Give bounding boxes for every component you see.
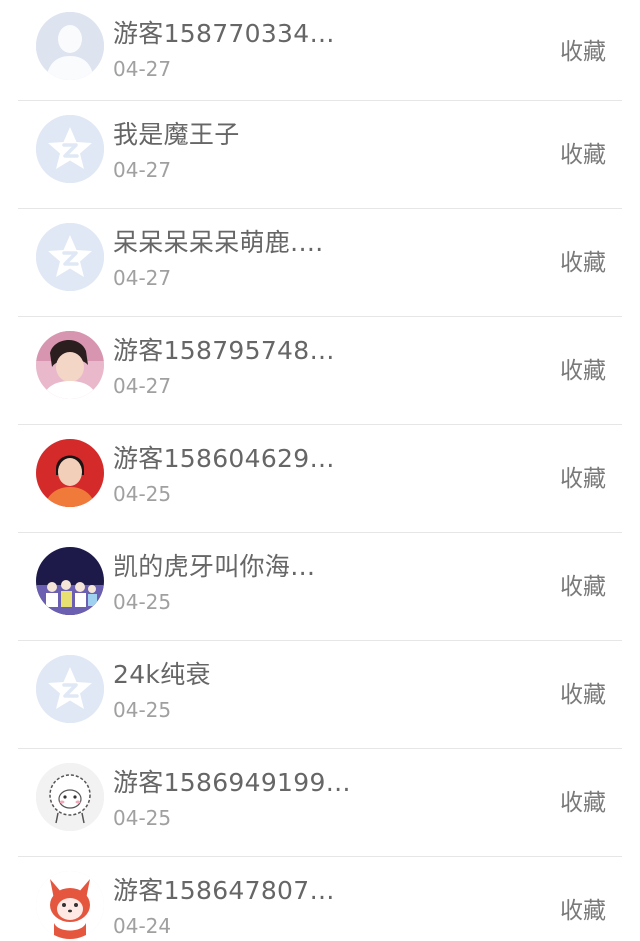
user-name: 凯的虎牙叫你海… [113,552,316,581]
user-name: 游客158795748… [113,336,335,365]
post-date: 04-25 [113,698,172,722]
qzone-star-avatar[interactable] [36,115,104,183]
list-item[interactable]: 游客158770334… 04-27 收藏 [0,0,640,101]
user-name: 游客158647807… [113,876,335,905]
star-icon [36,655,104,723]
favorite-button[interactable]: 收藏 [560,243,606,277]
list-item[interactable]: 游客1586949199… 04-25 收藏 [0,749,640,857]
list-item[interactable]: 我是魔王子 04-27 收藏 [0,101,640,209]
favorite-button[interactable]: 收藏 [560,351,606,385]
photo-avatar-group[interactable] [36,547,104,615]
user-photo-icon [36,331,104,399]
post-date: 04-27 [113,374,172,398]
photo-avatar-red[interactable] [36,439,104,507]
qzone-star-avatar[interactable] [36,655,104,723]
list-item[interactable]: 游客158647807… 04-24 收藏 [0,857,640,941]
favorite-button[interactable]: 收藏 [560,891,606,925]
person-silhouette-icon [36,12,104,80]
favorite-button[interactable]: 收藏 [560,135,606,169]
sheep-icon [36,763,104,831]
post-date: 04-24 [113,914,172,938]
user-name: 游客158604629… [113,444,335,473]
star-icon [36,223,104,291]
user-name: 游客1586949199… [113,768,351,797]
post-date: 04-25 [113,482,172,506]
favorite-button[interactable]: 收藏 [560,567,606,601]
user-photo-icon [36,439,104,507]
post-date: 04-27 [113,266,172,290]
favorite-button[interactable]: 收藏 [560,459,606,493]
post-date: 04-25 [113,806,172,830]
post-date: 04-27 [113,57,172,81]
favorite-button[interactable]: 收藏 [560,32,606,66]
post-date: 04-27 [113,158,172,182]
user-name: 我是魔王子 [113,120,240,149]
favorite-button[interactable]: 收藏 [560,783,606,817]
sheep-cartoon-avatar[interactable] [36,763,104,831]
list-item[interactable]: 呆呆呆呆呆萌鹿.… 04-27 收藏 [0,209,640,317]
photo-avatar-pink[interactable] [36,331,104,399]
group-photo-icon [36,547,104,615]
list-item[interactable]: 24k纯衰 04-25 收藏 [0,641,640,749]
star-icon [36,115,104,183]
list-item[interactable]: 游客158795748… 04-27 收藏 [0,317,640,425]
qzone-star-avatar[interactable] [36,223,104,291]
fox-icon [36,871,104,939]
favorite-button[interactable]: 收藏 [560,675,606,709]
list-item[interactable]: 游客158604629… 04-25 收藏 [0,425,640,533]
user-name: 游客158770334… [113,19,335,48]
fox-cartoon-avatar[interactable] [36,871,104,939]
user-name: 24k纯衰 [113,660,211,689]
user-name: 呆呆呆呆呆萌鹿.… [113,228,324,257]
default-person-avatar[interactable] [36,12,104,80]
user-list: 游客158770334… 04-27 收藏 我是魔王子 04-27 收藏 呆呆呆… [0,0,640,941]
post-date: 04-25 [113,590,172,614]
list-item[interactable]: 凯的虎牙叫你海… 04-25 收藏 [0,533,640,641]
